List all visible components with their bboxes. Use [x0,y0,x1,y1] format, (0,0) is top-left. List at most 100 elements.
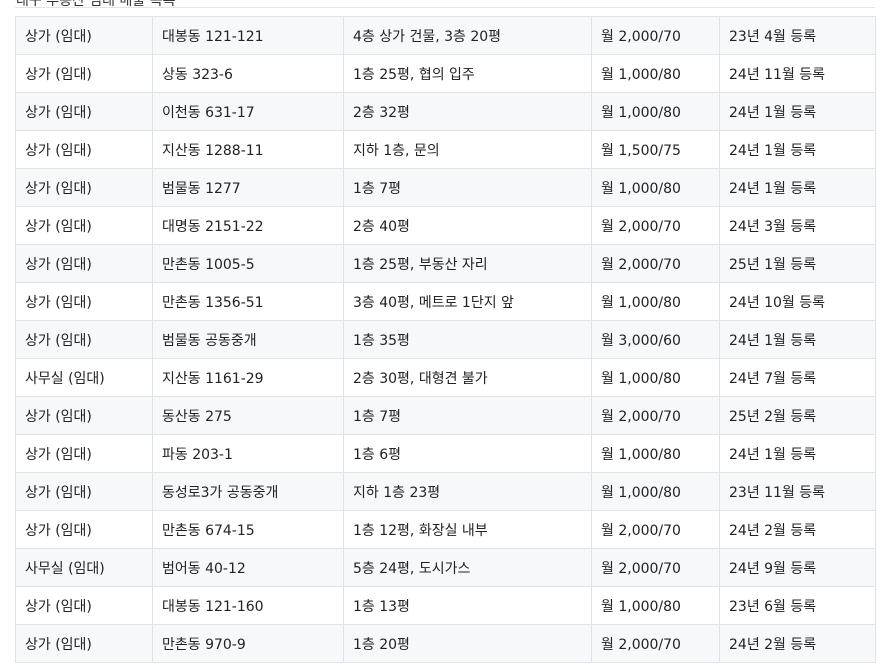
cell-registered-date: 23년 6월 등록 [719,586,876,625]
listing-table-container: 상가 (임대) 대봉동 121-121 4층 상가 건물, 3층 20평 월 2,00… [15,7,876,663]
cell-location: 만촌동 674-15 [152,510,344,549]
cell-detail: 2층 30평, 대형견 불가 [343,358,592,397]
table-row: 상가 (임대) 범물동 1277 1층 7평 월 1,000/80 24년 1월 등록 [15,168,876,207]
cell-detail: 1층 25평, 협의 입주 [343,54,592,93]
cell-detail: 2층 32평 [343,92,592,131]
cell-detail: 지하 1층, 문의 [343,130,592,169]
cell-location: 대명동 2151-22 [152,206,344,245]
cell-detail: 1층 12평, 화장실 내부 [343,510,592,549]
cell-price: 월 2,000/70 [591,624,720,663]
cell-property-type: 상가 (임대) [15,168,153,207]
table-row: 상가 (임대) 대봉동 121-121 4층 상가 건물, 3층 20평 월 2,00… [15,16,876,55]
cell-price: 월 1,500/75 [591,130,720,169]
cell-property-type: 상가 (임대) [15,16,153,55]
cell-price: 월 3,000/60 [591,320,720,359]
page: 대구 부동산 임대 매물 목록 상가 (임대) 대봉동 121-121 4층 상가 … [0,0,884,670]
cell-price: 월 2,000/70 [591,548,720,587]
cell-detail: 1층 13평 [343,586,592,625]
table-row: 사무실 (임대) 지산동 1161-29 2층 30평, 대형견 불가 월 1,000… [15,358,876,397]
cell-location: 상동 323-6 [152,54,344,93]
listing-table-body: 상가 (임대) 대봉동 121-121 4층 상가 건물, 3층 20평 월 2,00… [15,16,876,663]
table-row: 상가 (임대) 동성로3가 공동중개 지하 1층 23평 월 1,000/80 23년 … [15,472,876,511]
cell-registered-date: 23년 11월 등록 [719,472,876,511]
cell-property-type: 상가 (임대) [15,92,153,131]
cell-location: 동산동 275 [152,396,344,435]
cell-registered-date: 25년 2월 등록 [719,396,876,435]
cell-price: 월 2,000/70 [591,396,720,435]
table-row: 상가 (임대) 만촌동 1356-51 3층 40평, 메트로 1단지 앞월 1,0… [15,282,876,321]
cell-registered-date: 23년 4월 등록 [719,16,876,55]
cell-detail: 1층 20평 [343,624,592,663]
cell-location: 만촌동 970-9 [152,624,344,663]
cell-price: 월 2,000/70 [591,16,720,55]
table-row: 상가 (임대) 지산동 1288-11 지하 1층, 문의 월 1,500/75 24년… [15,130,876,169]
cell-detail: 1층 25평, 부동산 자리 [343,244,592,283]
cell-registered-date: 24년 2월 등록 [719,510,876,549]
cell-price: 월 1,000/80 [591,54,720,93]
cell-detail: 2층 40평 [343,206,592,245]
table-row: 상가 (임대) 만촌동 1005-5 1층 25평, 부동산 자리 월 2,000/7… [15,244,876,283]
cell-property-type: 상가 (임대) [15,206,153,245]
cell-location: 범물동 공동중개 [152,320,344,359]
cell-location: 범어동 40-12 [152,548,344,587]
cell-registered-date: 24년 9월 등록 [719,548,876,587]
cell-location: 파동 203-1 [152,434,344,473]
cell-detail: 5층 24평, 도시가스 [343,548,592,587]
cell-location: 이천동 631-17 [152,92,344,131]
cell-registered-date: 24년 2월 등록 [719,624,876,663]
cell-location: 대봉동 121-121 [152,16,344,55]
cell-property-type: 상가 (임대) [15,282,153,321]
table-row: 상가 (임대) 이천동 631-17 2층 32평 월 1,000/80 24년 1월 … [15,92,876,131]
cell-detail: 4층 상가 건물, 3층 20평 [343,16,592,55]
cell-property-type: 사무실 (임대) [15,548,153,587]
cell-location: 지산동 1288-11 [152,130,344,169]
cell-price: 월 2,000/70 [591,206,720,245]
table-row: 상가 (임대) 대명동 2151-22 2층 40평 월 2,000/70 24년 3월… [15,206,876,245]
cell-location: 동성로3가 공동중개 [152,472,344,511]
cell-price: 월 2,000/70 [591,244,720,283]
cell-property-type: 상가 (임대) [15,586,153,625]
cell-registered-date: 24년 1월 등록 [719,168,876,207]
cell-detail: 1층 6평 [343,434,592,473]
cell-property-type: 상가 (임대) [15,130,153,169]
cell-price: 월 1,000/80 [591,168,720,207]
cell-detail: 지하 1층 23평 [343,472,592,511]
cell-registered-date: 24년 1월 등록 [719,130,876,169]
cell-registered-date: 24년 10월 등록 [719,282,876,321]
cell-location: 범물동 1277 [152,168,344,207]
cell-location: 대봉동 121-160 [152,586,344,625]
cell-price: 월 1,000/80 [591,92,720,131]
cell-property-type: 상가 (임대) [15,624,153,663]
table-row: 사무실 (임대) 범어동 40-12 5층 24평, 도시가스 월 2,000/70 2… [15,548,876,587]
cell-property-type: 상가 (임대) [15,244,153,283]
cell-property-type: 상가 (임대) [15,320,153,359]
cell-property-type: 상가 (임대) [15,472,153,511]
cell-detail: 1층 35평 [343,320,592,359]
cell-price: 월 1,000/80 [591,282,720,321]
cell-property-type: 상가 (임대) [15,510,153,549]
cell-price: 월 2,000/70 [591,510,720,549]
listing-table: 상가 (임대) 대봉동 121-121 4층 상가 건물, 3층 20평 월 2,00… [15,16,876,663]
table-row: 상가 (임대) 범물동 공동중개 1층 35평 월 3,000/60 24년 1월 등록 [15,320,876,359]
cell-property-type: 사무실 (임대) [15,358,153,397]
cell-detail: 1층 7평 [343,396,592,435]
table-row: 상가 (임대) 대봉동 121-160 1층 13평 월 1,000/80 23년 6월… [15,586,876,625]
table-row: 상가 (임대) 만촌동 970-9 1층 20평 월 2,000/70 24년 2월 등… [15,624,876,663]
cell-price: 월 1,000/80 [591,434,720,473]
cell-property-type: 상가 (임대) [15,54,153,93]
cell-location: 만촌동 1005-5 [152,244,344,283]
cell-registered-date: 24년 7월 등록 [719,358,876,397]
table-row: 상가 (임대) 파동 203-1 1층 6평 월 1,000/80 24년 1월 등록 [15,434,876,473]
table-row: 상가 (임대) 상동 323-6 1층 25평, 협의 입주 월 1,000/80 24… [15,54,876,93]
cell-detail: 1층 7평 [343,168,592,207]
table-row: 상가 (임대) 만촌동 674-15 1층 12평, 화장실 내부 월 2,000/7… [15,510,876,549]
cell-registered-date: 24년 1월 등록 [719,92,876,131]
cell-detail: 3층 40평, 메트로 1단지 앞 [343,282,592,321]
cell-price: 월 1,000/80 [591,358,720,397]
cell-location: 만촌동 1356-51 [152,282,344,321]
cell-registered-date: 25년 1월 등록 [719,244,876,283]
cell-registered-date: 24년 1월 등록 [719,320,876,359]
cell-price: 월 1,000/80 [591,472,720,511]
cell-price: 월 1,000/80 [591,586,720,625]
cell-registered-date: 24년 11월 등록 [719,54,876,93]
